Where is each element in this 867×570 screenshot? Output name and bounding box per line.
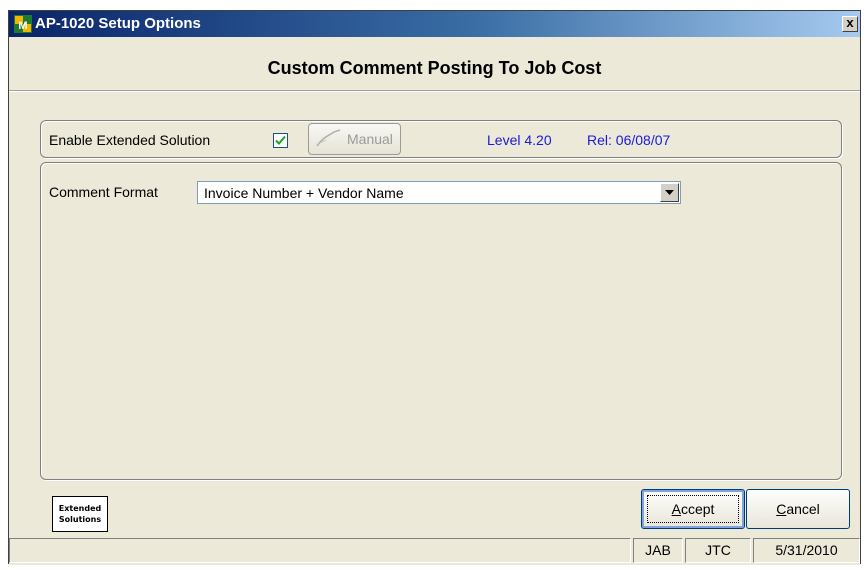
setup-options-window: M AP-1020 Setup Options x Custom Comment… — [8, 10, 861, 565]
comment-format-select[interactable]: Invoice Number + Vendor Name — [197, 181, 681, 204]
title-bar[interactable]: M AP-1020 Setup Options x — [9, 11, 860, 37]
cancel-label: ancel — [786, 501, 820, 517]
page-title: Custom Comment Posting To Job Cost — [267, 58, 602, 78]
dropdown-arrow-button[interactable] — [660, 183, 679, 202]
comment-format-group — [40, 162, 842, 480]
status-date: 5/31/2010 — [753, 538, 860, 563]
divider — [9, 90, 860, 92]
window-title: AP-1020 Setup Options — [35, 15, 201, 32]
status-message-panel — [9, 538, 631, 563]
status-user: JAB — [633, 538, 683, 563]
accept-button[interactable]: Accept — [641, 489, 745, 529]
enable-extended-solution-checkbox[interactable] — [273, 133, 288, 148]
manual-icon — [316, 129, 341, 147]
status-bar: JAB JTC 5/31/2010 — [9, 538, 860, 565]
cancel-button[interactable]: Cancel — [746, 489, 850, 529]
status-company: JTC — [685, 538, 751, 563]
comment-format-label: Comment Format — [49, 184, 158, 200]
chevron-down-icon — [665, 190, 674, 195]
extended-solutions-logo: Extended Solutions — [52, 496, 108, 532]
enable-extended-solution-label: Enable Extended Solution — [49, 132, 211, 148]
manual-button[interactable]: Manual — [308, 123, 401, 155]
close-button[interactable]: x — [842, 16, 858, 32]
cancel-mnemonic: C — [776, 501, 787, 517]
checkmark-icon — [275, 135, 286, 145]
focus-rectangle — [647, 495, 739, 523]
manual-button-label: Manual — [347, 131, 393, 147]
comment-format-value: Invoice Number + Vendor Name — [204, 185, 404, 201]
release-date-text: Rel: 06/08/07 — [587, 132, 671, 148]
svg-text:M: M — [18, 20, 27, 32]
app-icon: M — [14, 15, 32, 33]
level-text: Level 4.20 — [487, 132, 552, 148]
